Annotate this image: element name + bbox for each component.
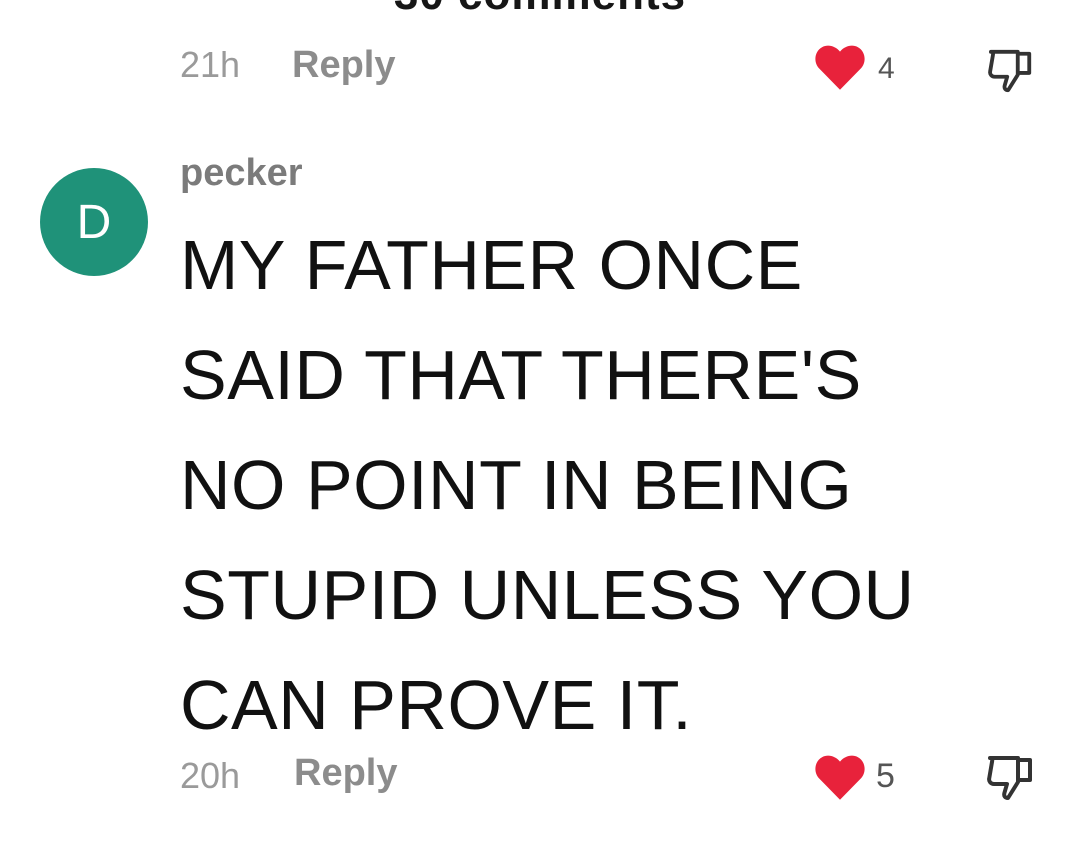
comment-time: 20h xyxy=(180,755,241,796)
avatar-letter: D xyxy=(76,195,112,249)
like-count: 5 xyxy=(876,757,895,795)
previous-like-count: 4 xyxy=(878,52,895,85)
previous-reply-button[interactable]: Reply xyxy=(292,44,395,87)
previous-comment-time: 21h xyxy=(180,44,241,85)
thumbs-down-icon[interactable] xyxy=(984,752,1040,804)
comments-header-title: 30 comments xyxy=(0,0,1080,20)
comment-text: MY FATHER ONCE SAID THAT THERE'S NO POIN… xyxy=(180,226,915,744)
reply-button[interactable]: Reply xyxy=(294,752,397,795)
previous-thumbs-down-icon[interactable] xyxy=(984,48,1040,94)
comment-username[interactable]: pecker xyxy=(180,152,303,195)
comment-actions-row: 20h Reply 5 xyxy=(0,752,1080,812)
avatar[interactable]: D xyxy=(40,168,148,276)
previous-comment-actions: 21h Reply xyxy=(0,44,1080,92)
previous-heart-icon[interactable] xyxy=(814,44,866,90)
heart-icon[interactable] xyxy=(814,754,866,800)
